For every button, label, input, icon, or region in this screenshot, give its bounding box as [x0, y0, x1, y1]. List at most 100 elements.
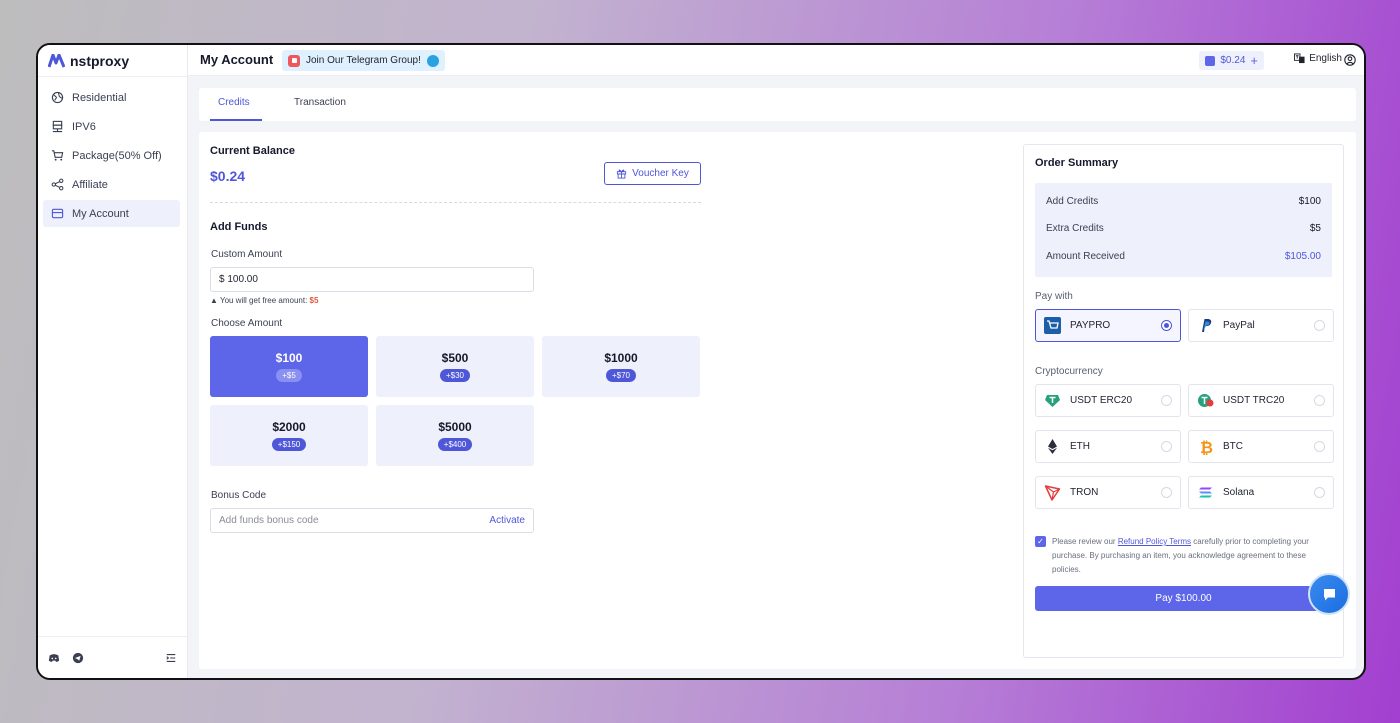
language-label: English: [1309, 53, 1342, 64]
sidebar-footer: [38, 636, 187, 678]
summary-row-value: $5: [1309, 223, 1321, 234]
telegram-icon: [426, 54, 439, 67]
pay-option-name: ETH: [1070, 441, 1090, 452]
sidebar-item-ipv6[interactable]: IPV6: [43, 113, 180, 140]
balance-chip-value: $0.24: [1220, 55, 1246, 66]
order-summary: Order Summary Add Credits $100 Extra Cre…: [1023, 144, 1344, 658]
pay-option-usdt-erc20[interactable]: USDT ERC20: [1035, 384, 1181, 417]
sidebar-item-residential[interactable]: Residential: [43, 84, 180, 111]
cryptocurrency-label: Cryptocurrency: [1035, 366, 1103, 377]
amount-option-5000[interactable]: $5000 +$400: [376, 405, 534, 466]
collapse-icon[interactable]: [165, 652, 177, 664]
party-icon: ▲: [210, 296, 218, 305]
gift-icon: [617, 169, 627, 179]
pay-option-tron[interactable]: TRON: [1035, 476, 1181, 509]
current-balance-title: Current Balance: [210, 145, 295, 157]
current-balance-value: $0.24: [210, 168, 246, 184]
bonus-code-input[interactable]: [219, 515, 490, 526]
radio-unselected[interactable]: [1314, 441, 1325, 452]
radio-selected[interactable]: [1161, 320, 1172, 331]
telegram-icon[interactable]: [72, 652, 84, 664]
radio-unselected[interactable]: [1314, 395, 1325, 406]
amount-price: $500: [441, 351, 469, 365]
radio-unselected[interactable]: [1161, 441, 1172, 452]
balance-chip[interactable]: $0.24 +: [1199, 51, 1264, 70]
voucher-key-label: Voucher Key: [632, 168, 689, 179]
summary-row-value: $100: [1298, 196, 1321, 207]
btc-icon: ₿: [1200, 438, 1213, 455]
brand-logo[interactable]: nstproxy: [48, 53, 129, 69]
pay-option-name: TRON: [1070, 487, 1099, 498]
amount-bonus-badge: +$70: [605, 369, 637, 382]
usdt-icon: [1045, 395, 1060, 407]
tabs-bar: Credits Transaction: [199, 88, 1356, 121]
chat-support-button[interactable]: [1308, 573, 1350, 615]
section-divider: [210, 202, 701, 203]
pay-option-btc[interactable]: ₿ BTC: [1188, 430, 1334, 463]
amount-price: $1000: [604, 351, 638, 365]
pay-option-solana[interactable]: Solana: [1188, 476, 1334, 509]
pay-option-eth[interactable]: ETH: [1035, 430, 1181, 463]
pay-option-usdt-trc20[interactable]: USDT TRC20: [1188, 384, 1334, 417]
sidebar-item-label: My Account: [72, 207, 129, 220]
pay-option-paypro[interactable]: PAYPRO: [1035, 309, 1181, 342]
add-funds-icon[interactable]: +: [1250, 53, 1258, 68]
amount-price: $100: [275, 351, 303, 365]
custom-amount-input[interactable]: [210, 267, 534, 292]
voucher-key-button[interactable]: Voucher Key: [604, 162, 701, 185]
activate-button[interactable]: Activate: [489, 515, 525, 526]
summary-totals: Add Credits $100 Extra Credits $5 Amount…: [1035, 183, 1332, 277]
card-icon: [51, 208, 64, 219]
sidebar-divider: [38, 76, 187, 77]
summary-row-add-credits: Add Credits $100: [1046, 196, 1321, 207]
telegram-banner[interactable]: Join Our Telegram Group!: [282, 50, 445, 71]
agree-checkbox[interactable]: ✓: [1035, 536, 1046, 547]
tab-credits[interactable]: Credits: [218, 97, 250, 108]
app-window: nstproxy Residential IPV6 Package(50% Of…: [36, 43, 1366, 680]
free-amount-note: ▲ You will get free amount: $5: [210, 296, 318, 305]
free-amount-value: $5: [309, 296, 319, 305]
amount-option-1000[interactable]: $1000 +$70: [542, 336, 700, 397]
refund-policy-link[interactable]: Refund Policy Terms: [1118, 537, 1191, 546]
summary-row-label: Extra Credits: [1046, 223, 1104, 234]
amount-bonus-badge: +$5: [276, 369, 302, 382]
wallet-icon: [1205, 55, 1216, 66]
translate-icon: [1294, 53, 1305, 64]
amount-option-500[interactable]: $500 +$30: [376, 336, 534, 397]
telegram-banner-text: Join Our Telegram Group!: [306, 55, 421, 66]
credits-panel: Current Balance $0.24 Voucher Key Add Fu…: [199, 132, 1356, 669]
radio-unselected[interactable]: [1161, 487, 1172, 498]
radio-unselected[interactable]: [1314, 487, 1325, 498]
free-note-text: You will get free amount:: [220, 296, 308, 305]
pay-option-name: PAYPRO: [1070, 320, 1111, 331]
summary-row-amount-received: Amount Received $105.00: [1046, 251, 1321, 262]
cart-icon: [51, 150, 64, 161]
pay-button[interactable]: Pay $100.00: [1035, 586, 1332, 611]
add-funds-title: Add Funds: [210, 221, 268, 233]
topbar: My Account Join Our Telegram Group! $0.2…: [188, 45, 1364, 76]
sidebar-item-label: Residential: [72, 91, 127, 104]
radio-unselected[interactable]: [1314, 320, 1325, 331]
pay-option-name: BTC: [1223, 441, 1243, 452]
sidebar-item-affiliate[interactable]: Affiliate: [43, 171, 180, 198]
tab-transaction[interactable]: Transaction: [294, 97, 346, 108]
custom-amount-label: Custom Amount: [211, 249, 283, 260]
amount-option-2000[interactable]: $2000 +$150: [210, 405, 368, 466]
chat-icon: [1323, 588, 1335, 600]
policy-agreement: ✓ Please review our Refund Policy Terms …: [1035, 535, 1335, 577]
sidebar-item-my-account[interactable]: My Account: [43, 200, 180, 227]
user-icon[interactable]: [1344, 54, 1356, 66]
discord-icon[interactable]: [48, 652, 60, 664]
eth-icon: [1048, 439, 1057, 454]
summary-row-extra-credits: Extra Credits $5: [1046, 223, 1321, 234]
radio-unselected[interactable]: [1161, 395, 1172, 406]
amount-bonus-badge: +$400: [437, 438, 473, 451]
paypal-icon: [1202, 319, 1212, 332]
sidebar-item-package[interactable]: Package(50% Off): [43, 142, 180, 169]
pay-option-name: USDT TRC20: [1223, 395, 1285, 406]
pay-option-name: PayPal: [1223, 320, 1255, 331]
amount-option-100[interactable]: $100 +$5: [210, 336, 368, 397]
sidebar-item-label: IPV6: [72, 120, 96, 133]
pay-option-paypal[interactable]: PayPal: [1188, 309, 1334, 342]
language-selector[interactable]: English: [1294, 53, 1342, 64]
